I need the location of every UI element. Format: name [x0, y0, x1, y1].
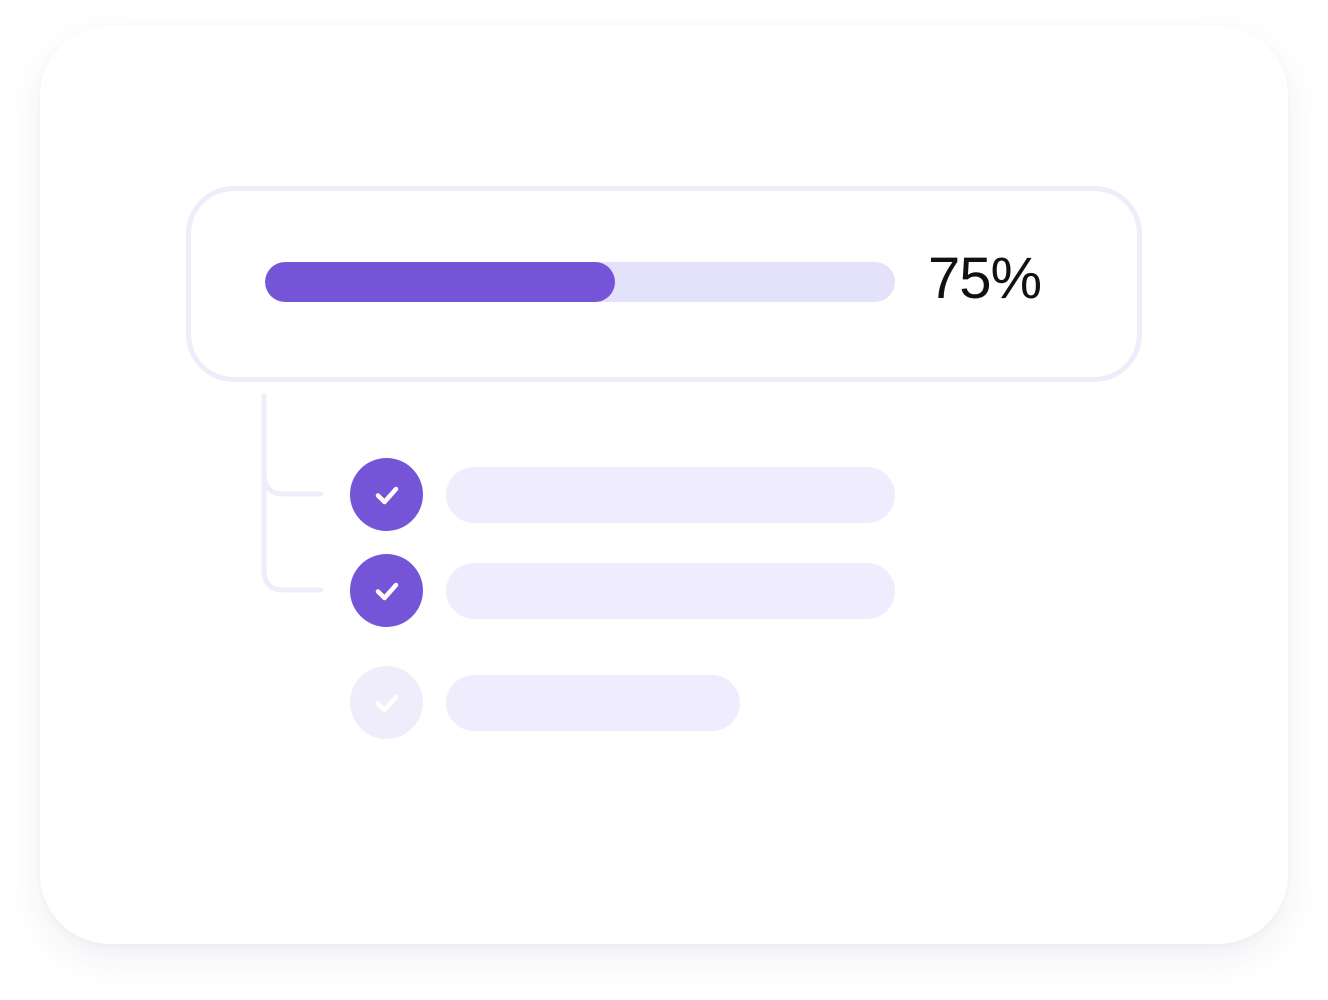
check-icon [375, 582, 398, 600]
task-placeholder-2 [446, 563, 895, 619]
task-status-complete-1 [350, 458, 423, 531]
task-status-complete-2 [350, 554, 423, 627]
task-placeholder-3 [446, 675, 740, 731]
task-status-pending-3 [350, 666, 423, 739]
check-icon [375, 694, 398, 712]
task-placeholder-1 [446, 467, 895, 523]
check-icon [375, 486, 398, 504]
